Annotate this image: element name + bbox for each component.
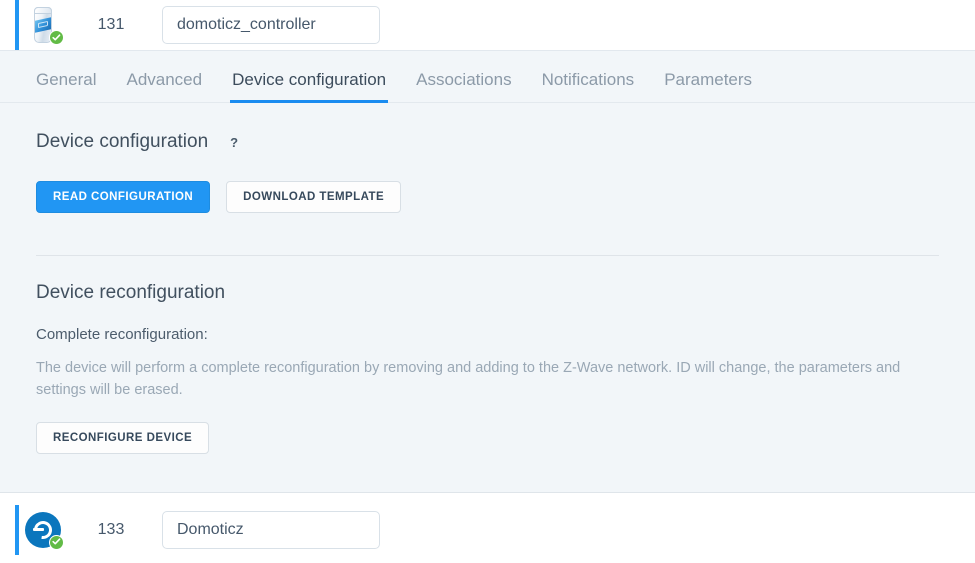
check-icon xyxy=(49,30,64,45)
domoticz-logo-icon xyxy=(22,507,64,553)
tab-general[interactable]: General xyxy=(36,70,96,102)
device-reconfiguration-title: Device reconfiguration xyxy=(36,282,226,303)
tab-associations[interactable]: Associations xyxy=(416,70,511,102)
download-template-button[interactable]: DOWNLOAD TEMPLATE xyxy=(226,181,402,213)
help-icon[interactable]: ? xyxy=(230,135,238,150)
device-id: 131 xyxy=(97,16,125,33)
device-configuration-section: Device configuration ? READ CONFIGURATIO… xyxy=(0,103,975,492)
device-name-input[interactable] xyxy=(162,510,380,549)
section-divider xyxy=(36,255,939,256)
read-configuration-button[interactable]: READ CONFIGURATION xyxy=(36,181,211,213)
device-name-input[interactable] xyxy=(162,6,380,44)
tab-advanced[interactable]: Advanced xyxy=(126,70,202,102)
device-row-header[interactable]: 131 xyxy=(0,0,975,50)
device-detail-panel: General Advanced Device configuration As… xyxy=(0,50,975,493)
device-list-page: 131 General Advanced Device configuratio… xyxy=(0,0,975,563)
page-title: Device configuration xyxy=(36,131,209,152)
configuration-actions: READ CONFIGURATION DOWNLOAD TEMPLATE xyxy=(36,181,939,213)
tab-parameters[interactable]: Parameters xyxy=(664,70,752,102)
tab-bar: General Advanced Device configuration As… xyxy=(0,51,975,103)
complete-reconfiguration-label: Complete reconfiguration: xyxy=(36,326,208,343)
tab-device-configuration[interactable]: Device configuration xyxy=(230,70,389,103)
zwave-controller-icon xyxy=(22,2,64,48)
check-icon xyxy=(49,534,64,550)
tab-notifications[interactable]: Notifications xyxy=(542,70,635,102)
reconfiguration-description: The device will perform a complete recon… xyxy=(36,360,901,399)
reconfigure-device-button[interactable]: RECONFIGURE DEVICE xyxy=(36,421,210,454)
panel-bottom-spacer xyxy=(36,454,939,492)
section-title-row: Device configuration ? xyxy=(36,131,939,153)
device-id: 133 xyxy=(97,520,125,538)
device-row-header[interactable]: 133 xyxy=(0,504,975,555)
